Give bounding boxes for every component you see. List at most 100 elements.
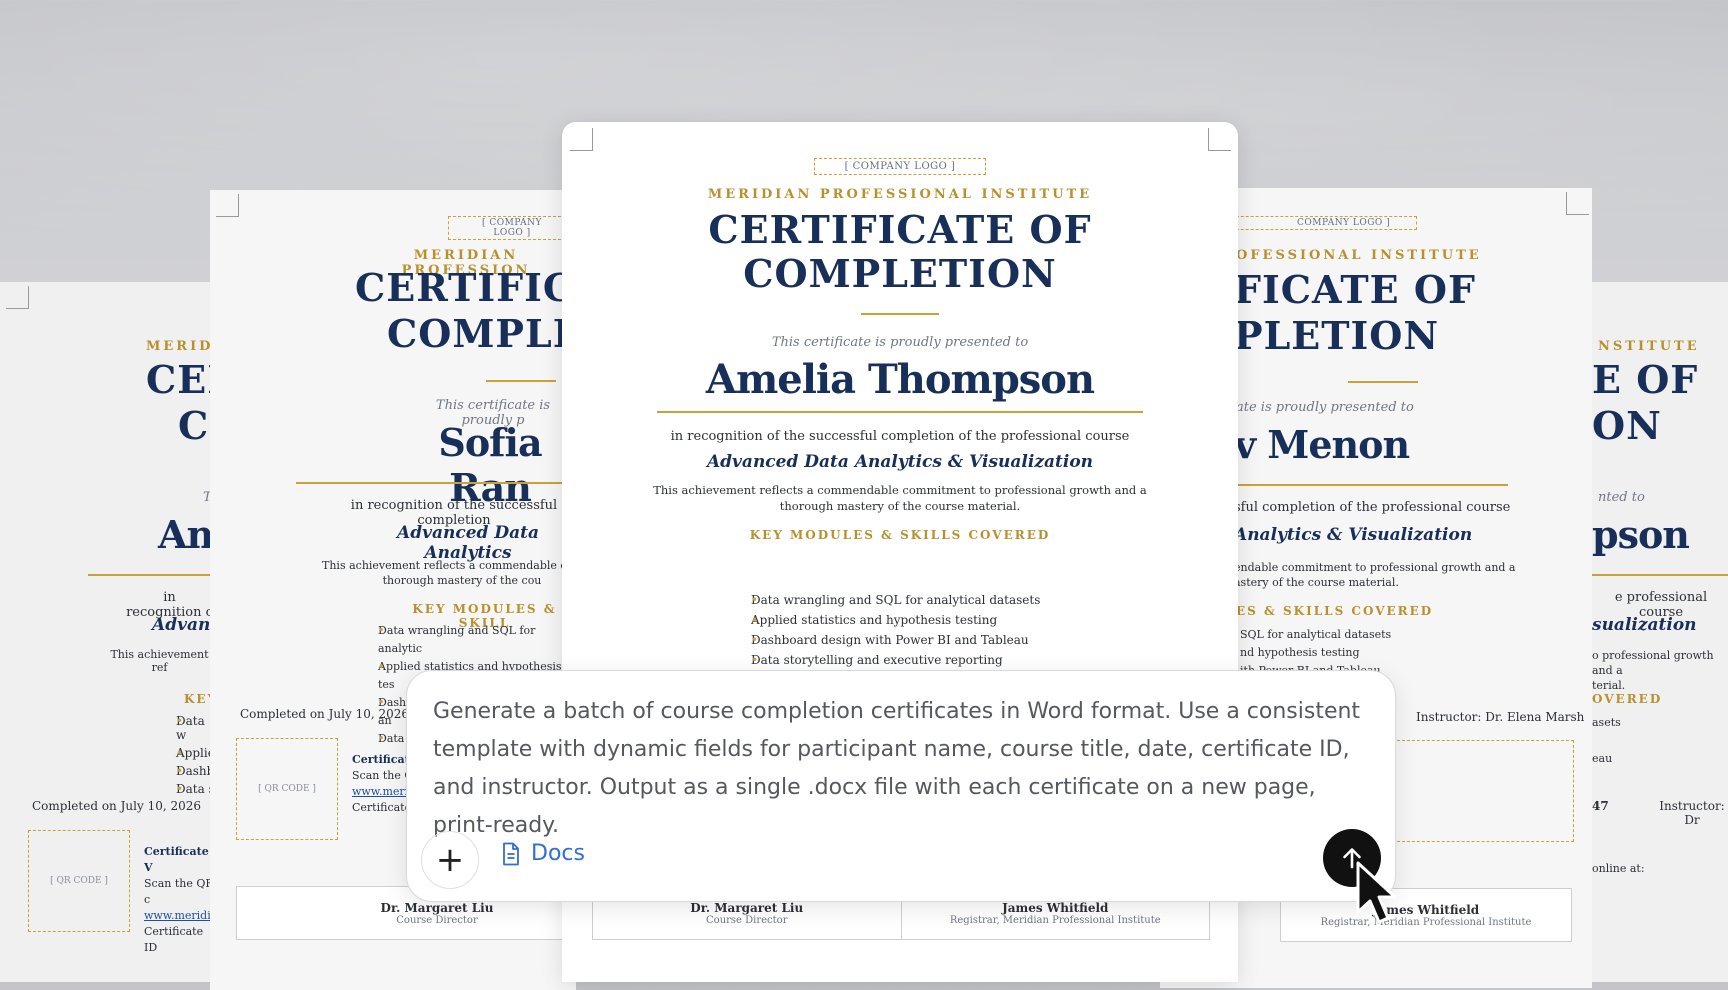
signatory-role: Course Director: [706, 915, 788, 926]
course-title: Advanced Data Analytics: [397, 523, 539, 563]
certificate-title-line2: PLETION: [1234, 313, 1440, 358]
institute-name: NSTITUTE: [1598, 339, 1700, 354]
achievement-line: This achievement reflects a commendable …: [322, 559, 576, 572]
certificate-title: CERTIFICATE OF: [708, 207, 1092, 252]
recipient-name: Sofia Ran: [438, 420, 542, 510]
achievement-text: This achievement reflects a commendable …: [562, 482, 1238, 514]
recognition-text: in recognition of the successful complet…: [670, 429, 1130, 445]
verify-instructions: Scan the QR c: [144, 877, 214, 906]
name-underline: [296, 482, 576, 484]
certificate-title: CEI: [146, 357, 215, 402]
signatory-role: Registrar, Meridian Professional Institu…: [949, 915, 1161, 926]
achievement-text: This achievement reflects a commendable …: [312, 558, 576, 588]
mouse-pointer-icon: [1356, 861, 1397, 924]
prompt-text[interactable]: Generate a batch of course completion ce…: [433, 693, 1363, 845]
completed-date: Completed on July 10, 2026: [32, 799, 202, 813]
signatory-name: James Whitfield: [1372, 903, 1480, 917]
modules-heading: KEY MODULES & SKILLS COVERED: [749, 528, 1051, 543]
verify-block: Certificate V Scan the QR c www.meridia …: [144, 844, 215, 956]
modules-list: Data wrangling and SQL for analytical da…: [751, 590, 1040, 670]
module-item: Data wrangling and SQL for analytic: [378, 622, 576, 658]
crop-mark: [570, 128, 593, 151]
signatory-role: Course Director: [396, 915, 478, 926]
certificate-far-left: MERIDI CEI C T An in recognition c Advan…: [0, 282, 215, 982]
recipient-name: Amelia Thompson: [705, 356, 1095, 404]
module-item: SQL for analytical datasets: [1240, 628, 1392, 641]
qr-code-placeholder: [ QR CODE ]: [236, 738, 338, 840]
recognition-text: sful completion of the professional cour…: [1234, 500, 1511, 515]
certificate-title-line2: COMPLET: [387, 311, 576, 356]
institute-name: MERIDIAN PROFESSIONAL INSTITUTE: [707, 187, 1093, 202]
achievement-line: o professional growth and a: [1592, 649, 1714, 677]
achievement-line: astery of the course material.: [1234, 576, 1399, 589]
achievement-line: thorough mastery of the cou: [382, 574, 542, 587]
attach-button[interactable]: +: [421, 831, 479, 889]
company-logo-placeholder: [ COMPANY LOGO ]: [448, 216, 576, 240]
module-item: nd hypothesis testing: [1240, 646, 1360, 659]
certificate-title: CERTIFICA: [355, 265, 576, 310]
presented-text: This certificate is proudly presented to: [771, 335, 1029, 351]
achievement-line: This achievement reflects a commendable …: [653, 483, 1147, 498]
module-item: Applied statistics and hypothesis testin…: [751, 610, 1040, 630]
prompt-composer[interactable]: Generate a batch of course completion ce…: [406, 670, 1396, 902]
course-title: Analytics & Visualization: [1234, 525, 1473, 545]
center-stack: [ COMPANY LOGO ] MERIDIAN PROFESSIONAL I…: [562, 154, 1238, 542]
instructor-name: Instructor: Dr: [1659, 799, 1725, 827]
course-title: sualization: [1592, 615, 1697, 635]
title-divider: [1348, 381, 1418, 383]
title-divider: [486, 380, 556, 382]
recipient-name: v Menon: [1234, 422, 1410, 467]
achievement-line: terial.: [1592, 679, 1626, 692]
modules-heading: OVERED: [1592, 692, 1663, 706]
company-logo-placeholder: [ COMPANY LOGO ]: [813, 158, 987, 175]
certificate-title: E OF: [1592, 357, 1699, 402]
modules-heading: ES & SKILLS COVERED: [1236, 604, 1434, 618]
crop-mark: [216, 194, 239, 217]
presented-text: ate is proudly presented to: [1236, 400, 1414, 415]
institute-name: MERIDI: [146, 339, 215, 354]
docs-tool-chip[interactable]: Docs: [501, 841, 585, 866]
verify-link[interactable]: www.meridia: [144, 908, 215, 924]
crop-mark: [6, 286, 29, 309]
module-item: Data wrangling and SQL for analytical da…: [751, 590, 1040, 610]
certificate-id-fragment: 47: [1592, 799, 1609, 813]
certificate-id-label: Certificate ID: [144, 925, 204, 954]
signatory-role: Registrar, Meridian Professional Institu…: [1320, 917, 1532, 928]
module-item: Data storytelling and executive reportin…: [751, 650, 1040, 670]
completed-date: Completed on July 10, 2026: [240, 707, 410, 721]
certificate-title-line2: COMPLETION: [743, 250, 1057, 296]
achievement-text: o professional growth and a terial.: [1592, 648, 1728, 693]
crop-mark: [1208, 128, 1231, 151]
verify-title: Certificate V: [144, 845, 209, 874]
signature-block: Dr. Margaret Liu Course Director James W…: [592, 896, 1210, 940]
name-underline: [88, 574, 215, 576]
verify-box: [1392, 740, 1574, 842]
achievement-line: endable commitment to professional growt…: [1234, 561, 1516, 574]
achievement-text: endable commitment to professional growt…: [1234, 560, 1516, 590]
signatory-name: James Whitfield: [1002, 901, 1109, 915]
course-title: Advanced Data Analytics & Visualization: [706, 452, 1094, 473]
signatory-name: Dr. Margaret Liu: [690, 901, 804, 915]
title-divider: [861, 313, 939, 316]
crop-mark: [1566, 192, 1589, 215]
certificate-title: FICATE OF: [1234, 267, 1476, 312]
verify-text: online at:: [1592, 862, 1645, 875]
signature-director: Dr. Margaret Liu Course Director: [593, 897, 902, 939]
achievement-text: This achievement ref: [110, 648, 209, 674]
certificate-title-line2: C: [178, 403, 210, 448]
signature-registrar: James Whitfield Registrar, Meridian Prof…: [902, 897, 1210, 939]
qr-code-placeholder: [ QR CODE ]: [28, 830, 130, 932]
module-item: Dashboard design with Power BI and Table…: [751, 630, 1040, 650]
achievement-line: thorough mastery of the course material.: [779, 499, 1021, 514]
instructor-name: Instructor: Dr. Elena Marsh: [1416, 710, 1585, 724]
docs-label: Docs: [531, 841, 585, 866]
company-logo-placeholder: COMPANY LOGO ]: [1216, 216, 1418, 230]
module-item: eau: [1592, 752, 1613, 765]
institute-name: OFESSIONAL INSTITUTE: [1236, 248, 1482, 263]
certificate-title-line2: ON: [1592, 403, 1662, 448]
course-title: Advanc: [152, 615, 215, 635]
recipient-name: An: [158, 512, 214, 557]
presented-text: nted to: [1598, 490, 1645, 505]
document-icon: [503, 842, 519, 865]
signatory-name: Dr. Margaret Liu: [380, 901, 494, 915]
